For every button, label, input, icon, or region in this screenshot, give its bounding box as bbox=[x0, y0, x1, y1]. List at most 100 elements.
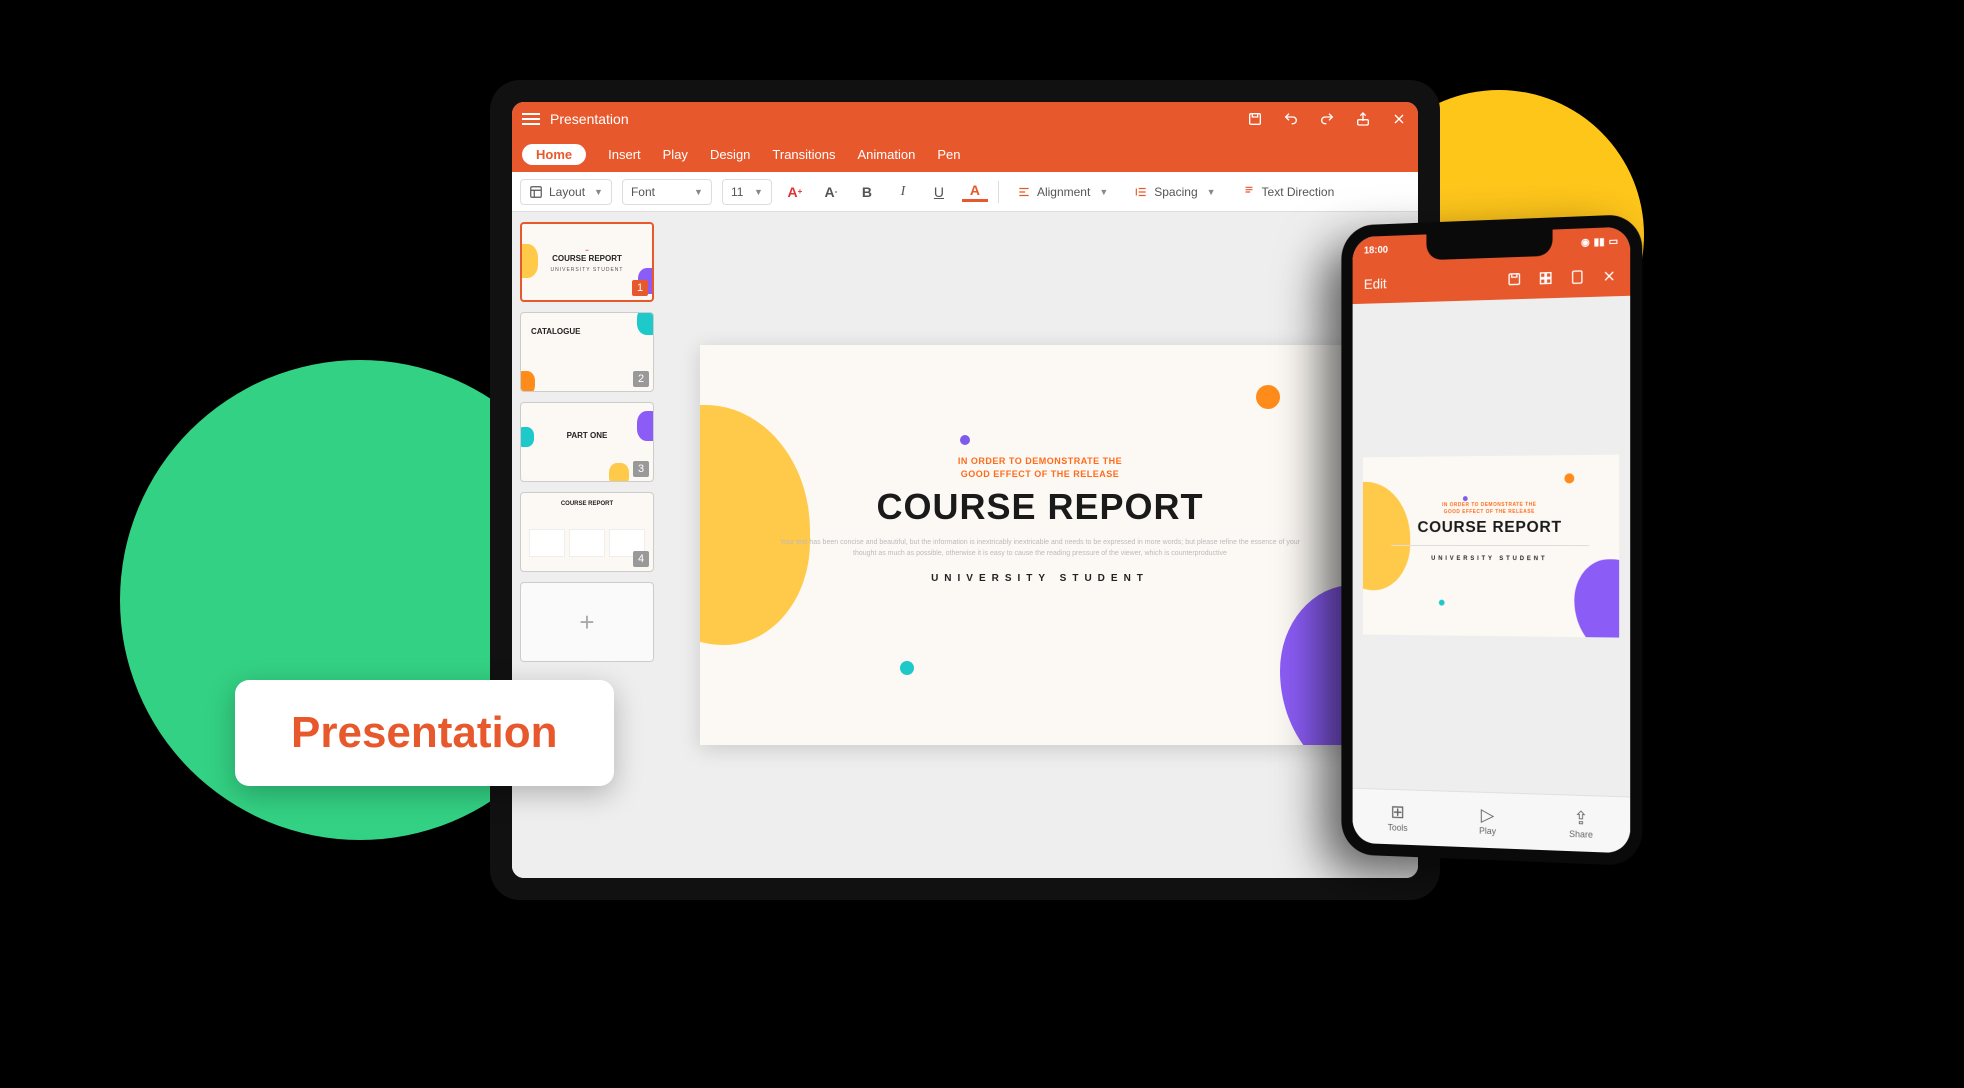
decor-dot-orange bbox=[1564, 473, 1574, 483]
bold-icon[interactable]: B bbox=[854, 179, 880, 205]
edit-button[interactable]: Edit bbox=[1364, 275, 1387, 292]
grid-icon[interactable] bbox=[1537, 269, 1555, 288]
slide-text: IN ORDER TO DEMONSTRATE THE GOOD EFFECT … bbox=[700, 455, 1380, 584]
thumbnail-2[interactable]: CATALOGUE 2 bbox=[520, 312, 654, 392]
spacing-dropdown[interactable]: Spacing▼ bbox=[1126, 179, 1223, 205]
phone-screen: 18:00 ◉ ▮▮ ▭ Edit bbox=[1353, 227, 1631, 854]
undo-icon[interactable] bbox=[1282, 110, 1300, 128]
decor-dot-purple bbox=[1463, 496, 1468, 501]
slide-canvas[interactable]: IN ORDER TO DEMONSTRATE THE GOOD EFFECT … bbox=[662, 212, 1418, 878]
phone-canvas[interactable]: IN ORDER TO DEMONSTRATE THE GOOD EFFECT … bbox=[1353, 296, 1631, 797]
signal-icon: ▮▮ bbox=[1594, 236, 1605, 248]
tab-transitions[interactable]: Transitions bbox=[772, 147, 835, 162]
phone-notch bbox=[1426, 230, 1552, 261]
decor-blob bbox=[637, 312, 654, 335]
tablet-device: Presentation Home Insert Play Design Tra… bbox=[490, 80, 1440, 900]
save-icon[interactable] bbox=[1246, 110, 1264, 128]
thumb-1-title: COURSE REPORT bbox=[522, 254, 652, 263]
font-color-icon[interactable]: A bbox=[962, 182, 988, 202]
phone-slide-text: IN ORDER TO DEMONSTRATE THE GOOD EFFECT … bbox=[1363, 501, 1618, 562]
decor-card bbox=[529, 529, 565, 557]
thumbnail-4[interactable]: COURSE REPORT 4 bbox=[520, 492, 654, 572]
tools-button[interactable]: ⊞ Tools bbox=[1388, 802, 1408, 832]
slide-eyebrow-2: GOOD EFFECT OF THE RELEASE bbox=[700, 468, 1380, 481]
tab-play[interactable]: Play bbox=[663, 147, 688, 162]
phone-slide-title: COURSE REPORT bbox=[1363, 519, 1618, 537]
font-size-value: 11 bbox=[731, 185, 743, 199]
play-button[interactable]: ▷ Play bbox=[1479, 805, 1496, 836]
tab-animation[interactable]: Animation bbox=[858, 147, 916, 162]
tools-icon: ⊞ bbox=[1390, 802, 1404, 820]
decor-dot-orange bbox=[1256, 385, 1280, 409]
decrease-font-icon[interactable]: A- bbox=[818, 179, 844, 205]
share-icon: ⇪ bbox=[1573, 808, 1588, 827]
save-icon[interactable] bbox=[1506, 270, 1524, 289]
thumb-3-title: PART ONE bbox=[521, 431, 653, 440]
italic-icon[interactable]: I bbox=[890, 179, 916, 205]
share-icon[interactable] bbox=[1354, 110, 1372, 128]
toolbar: Layout▼ Font ▼ 11 ▼ A+ A- B I U A Alignm… bbox=[512, 172, 1418, 212]
redo-icon[interactable] bbox=[1318, 110, 1336, 128]
thumb-2-title: CATALOGUE bbox=[531, 327, 580, 336]
font-dropdown[interactable]: Font ▼ bbox=[622, 179, 712, 205]
thumb-number: 3 bbox=[633, 461, 649, 477]
phone-slide-footer: UNIVERSITY STUDENT bbox=[1363, 556, 1618, 563]
close-icon[interactable] bbox=[1600, 267, 1618, 286]
align-icon bbox=[1017, 185, 1031, 199]
ribbon-tabs: Home Insert Play Design Transitions Anim… bbox=[512, 136, 1418, 172]
decor-dot-teal bbox=[900, 661, 914, 675]
font-label: Font bbox=[631, 185, 655, 199]
decor-blob bbox=[520, 371, 535, 392]
add-slide-button[interactable]: + bbox=[520, 582, 654, 662]
slide-title: COURSE REPORT bbox=[700, 486, 1380, 528]
decor-card bbox=[569, 529, 605, 557]
spacing-label: Spacing bbox=[1154, 185, 1197, 199]
slide-eyebrow-1: IN ORDER TO DEMONSTRATE THE bbox=[700, 455, 1380, 468]
thumb-number: 1 bbox=[632, 280, 648, 296]
text-direction-icon bbox=[1242, 185, 1256, 199]
thumb-number: 4 bbox=[633, 551, 649, 567]
thumbnail-1[interactable]: ━ COURSE REPORT UNIVERSITY STUDENT 1 bbox=[520, 222, 654, 302]
phone-slide[interactable]: IN ORDER TO DEMONSTRATE THE GOOD EFFECT … bbox=[1363, 455, 1618, 638]
underline-icon[interactable]: U bbox=[926, 179, 952, 205]
phone-bottombar: ⊞ Tools ▷ Play ⇪ Share bbox=[1353, 788, 1631, 854]
share-label: Share bbox=[1569, 828, 1593, 839]
alignment-dropdown[interactable]: Alignment▼ bbox=[1009, 179, 1116, 205]
thumb-1-sub: UNIVERSITY STUDENT bbox=[522, 267, 652, 273]
tablet-screen: Presentation Home Insert Play Design Tra… bbox=[512, 102, 1418, 878]
slide-footer: UNIVERSITY STUDENT bbox=[700, 573, 1380, 584]
close-icon[interactable] bbox=[1390, 110, 1408, 128]
share-button[interactable]: ⇪ Share bbox=[1569, 808, 1593, 839]
slide-body: Your text has been concise and beautiful… bbox=[780, 538, 1300, 559]
wifi-icon: ◉ bbox=[1581, 237, 1590, 248]
layout-dropdown[interactable]: Layout▼ bbox=[520, 179, 612, 205]
titlebar: Presentation bbox=[512, 102, 1418, 136]
thumb-number: 2 bbox=[633, 371, 649, 387]
phone-slide-eyebrow-2: GOOD EFFECT OF THE RELEASE bbox=[1363, 508, 1618, 516]
panel-icon[interactable] bbox=[1568, 268, 1586, 287]
separator bbox=[998, 181, 999, 203]
marketing-label: Presentation bbox=[235, 680, 614, 786]
alignment-label: Alignment bbox=[1037, 185, 1090, 199]
tab-home[interactable]: Home bbox=[522, 144, 586, 165]
tab-insert[interactable]: Insert bbox=[608, 147, 641, 162]
text-direction-dropdown[interactable]: Text Direction bbox=[1234, 179, 1343, 205]
app-title: Presentation bbox=[550, 111, 1246, 127]
menu-icon[interactable] bbox=[522, 113, 540, 125]
text-direction-label: Text Direction bbox=[1262, 185, 1335, 199]
layout-label: Layout bbox=[549, 185, 585, 199]
play-icon: ▷ bbox=[1481, 805, 1494, 823]
decor-blob-purple bbox=[1574, 559, 1619, 637]
tab-pen[interactable]: Pen bbox=[937, 147, 960, 162]
thumbnail-3[interactable]: PART ONE 3 bbox=[520, 402, 654, 482]
increase-font-icon[interactable]: A+ bbox=[782, 179, 808, 205]
decor-dot-teal bbox=[1439, 600, 1445, 606]
play-label: Play bbox=[1479, 825, 1496, 836]
current-slide[interactable]: IN ORDER TO DEMONSTRATE THE GOOD EFFECT … bbox=[700, 345, 1380, 745]
tab-design[interactable]: Design bbox=[710, 147, 750, 162]
font-size-dropdown[interactable]: 11 ▼ bbox=[722, 179, 772, 205]
status-time: 18:00 bbox=[1364, 244, 1388, 256]
decor-dot-purple bbox=[960, 435, 970, 445]
decor-blob bbox=[609, 463, 629, 482]
tools-label: Tools bbox=[1388, 822, 1408, 833]
